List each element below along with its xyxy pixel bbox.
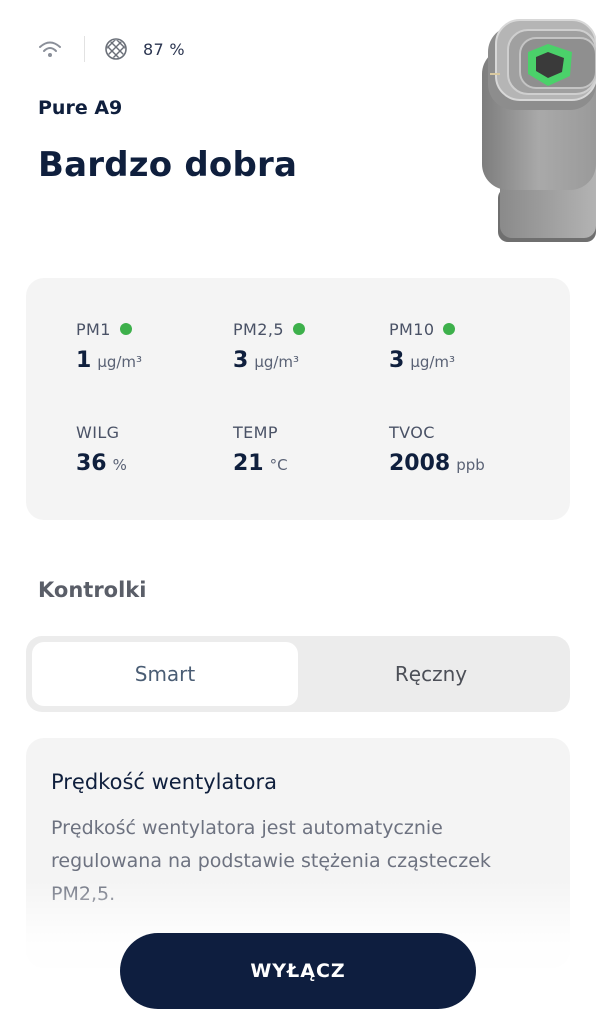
mode-smart-button[interactable]: Smart — [32, 642, 298, 706]
metric-label: TVOC — [389, 422, 435, 442]
metric-pm10: PM10 3 µg/m³ — [389, 318, 539, 373]
metric-value: 1 — [76, 348, 92, 373]
mode-manual-button[interactable]: Ręczny — [298, 642, 564, 706]
metric-unit: ppb — [456, 456, 485, 474]
filter-icon — [105, 38, 127, 60]
metric-unit: µg/m³ — [410, 353, 456, 371]
metric-pm25: PM2,5 3 µg/m³ — [233, 318, 383, 373]
metric-unit: µg/m³ — [97, 353, 143, 371]
metric-label: WILG — [76, 422, 120, 442]
metric-value: 21 — [233, 451, 264, 476]
metric-label: PM10 — [389, 319, 435, 339]
metric-label: PM1 — [76, 319, 111, 339]
metric-value: 3 — [389, 348, 405, 373]
metric-unit: °C — [269, 456, 288, 474]
metric-humidity: WILG 36% — [76, 421, 226, 477]
metric-label: TEMP — [233, 422, 278, 442]
metric-value: 3 — [233, 348, 249, 373]
metric-unit: % — [112, 456, 127, 474]
air-purifier-image — [478, 8, 596, 244]
controls-section-title: Kontrolki — [38, 578, 147, 602]
fan-speed-title: Prędkość wentylatora — [51, 770, 277, 794]
air-metrics-card: PM1 1 µg/m³ PM2,5 3 µg/m³ PM10 3 µg/m³ WILG… — [26, 278, 570, 520]
wifi-icon — [38, 39, 62, 59]
turn-off-button[interactable]: WYŁĄCZ — [120, 933, 476, 1009]
status-dot-icon — [292, 323, 305, 335]
mode-segmented-control: Smart Ręczny — [26, 636, 570, 712]
status-divider — [84, 36, 85, 62]
metric-tvoc: TVOC 2008 ppb — [389, 421, 539, 477]
status-dot-icon — [443, 323, 456, 335]
metric-value: 2008 — [389, 451, 451, 476]
status-dot-icon — [119, 323, 132, 335]
metric-temperature: TEMP 21 °C — [233, 421, 383, 477]
status-row: 87 % — [38, 36, 185, 62]
device-name: Pure A9 — [38, 97, 123, 119]
metric-label: PM2,5 — [233, 319, 284, 339]
filter-level: 87 % — [143, 39, 185, 59]
metric-pm1: PM1 1 µg/m³ — [76, 318, 226, 374]
metric-value: 36 — [76, 451, 107, 476]
metric-unit: µg/m³ — [254, 353, 300, 371]
air-quality-status: Bardzo dobra — [38, 145, 298, 185]
